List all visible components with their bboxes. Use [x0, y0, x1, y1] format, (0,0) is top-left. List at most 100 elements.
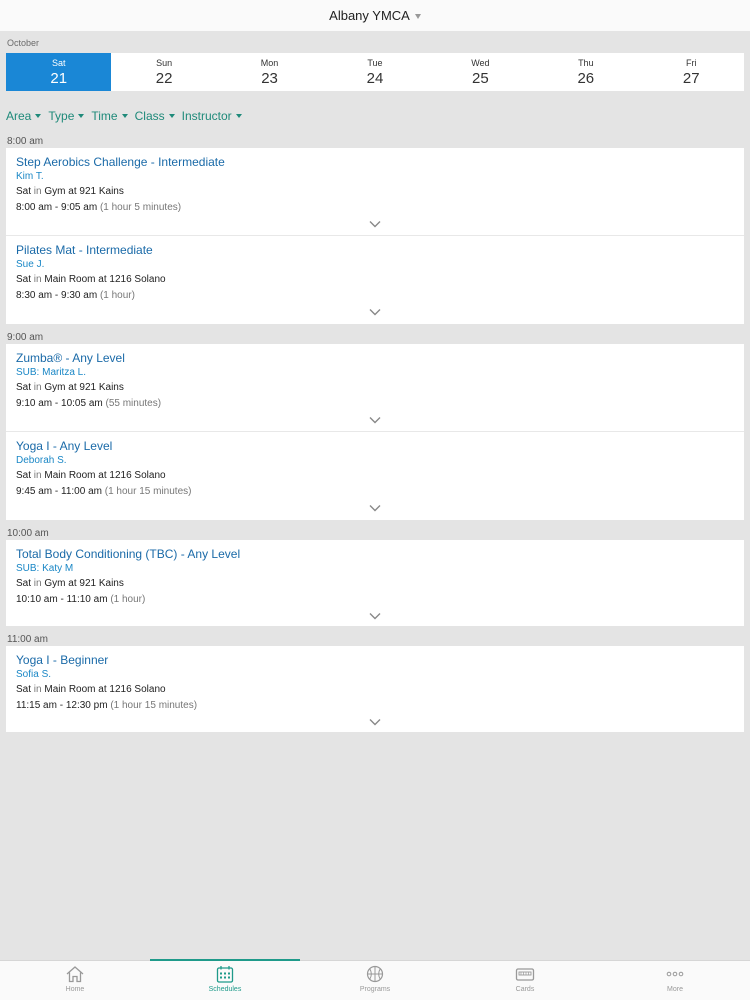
class-title[interactable]: Yoga I - Any Level [16, 439, 734, 453]
filter-area[interactable]: Area [6, 103, 42, 128]
class-title[interactable]: Zumba® - Any Level [16, 351, 734, 365]
class-location: Sat in Main Room at 1216 Solano [16, 469, 734, 483]
class-item[interactable]: Pilates Mat - Intermediate Sue J. Sat in… [6, 236, 744, 324]
day-date: 27 [682, 70, 700, 87]
class-day: Sat [16, 382, 32, 393]
in-label: in [33, 578, 42, 589]
expand-chevron-icon[interactable] [16, 416, 734, 432]
filter-time[interactable]: Time [91, 103, 128, 128]
expand-chevron-icon[interactable] [16, 718, 734, 734]
caret-down-icon [168, 113, 175, 118]
day-name: Mon [260, 58, 279, 68]
class-instructor[interactable]: Deborah S. [16, 454, 734, 468]
home-icon [66, 966, 84, 983]
tab-bar: Home Schedules Programs Cards More [0, 959, 750, 1000]
class-group-card: Step Aerobics Challenge - Intermediate K… [6, 148, 744, 324]
tab-label: Cards [515, 986, 535, 993]
class-duration: (1 hour 15 minutes) [104, 486, 192, 497]
expand-chevron-icon[interactable] [16, 504, 734, 520]
class-group-card: Zumba® - Any Level SUB: Maritza L. Sat i… [6, 344, 744, 520]
class-duration: (1 hour) [110, 594, 146, 605]
class-instructor[interactable]: Sue J. [16, 258, 734, 272]
class-location: Sat in Gym at 921 Kains [16, 185, 734, 199]
in-label: in [33, 684, 42, 695]
class-time-range: 9:10 am - 10:05 am [16, 398, 103, 409]
filter-instructor[interactable]: Instructor [182, 103, 242, 128]
day-date: 24 [366, 70, 384, 87]
day-sun[interactable]: Sun 22 [111, 53, 216, 91]
day-date: 21 [50, 70, 68, 87]
in-label: in [33, 382, 42, 393]
expand-chevron-icon[interactable] [16, 308, 734, 324]
class-location-name: Gym at 921 Kains [44, 578, 124, 589]
class-time: 8:30 am - 9:30 am (1 hour) [16, 289, 734, 303]
class-location: Sat in Main Room at 1216 Solano [16, 683, 734, 697]
class-instructor[interactable]: SUB: Katy M [16, 562, 734, 576]
time-group-label: 9:00 am [7, 332, 44, 343]
class-location: Sat in Main Room at 1216 Solano [16, 273, 734, 287]
class-duration: (1 hour 5 minutes) [99, 202, 182, 213]
class-time-range: 8:00 am - 9:05 am [16, 202, 98, 213]
class-title[interactable]: Step Aerobics Challenge - Intermediate [16, 155, 734, 169]
class-time: 9:10 am - 10:05 am (55 minutes) [16, 397, 734, 411]
day-date: 22 [155, 70, 173, 87]
tab-cards[interactable]: Cards [450, 961, 600, 1000]
day-name: Wed [471, 58, 490, 68]
filter-label: Type [48, 108, 75, 123]
class-day: Sat [16, 684, 32, 695]
class-location-name: Main Room at 1216 Solano [44, 684, 166, 695]
caret-down-icon [78, 113, 85, 118]
class-day: Sat [16, 470, 32, 481]
day-picker: Sat 21 Sun 22 Mon 23 Tue 24 Wed 25 Thu 2… [6, 53, 744, 91]
class-title[interactable]: Total Body Conditioning (TBC) - Any Leve… [16, 547, 734, 561]
expand-chevron-icon[interactable] [16, 220, 734, 236]
day-sat[interactable]: Sat 21 [6, 53, 112, 91]
day-wed[interactable]: Wed 25 [428, 53, 533, 91]
class-instructor[interactable]: Kim T. [16, 170, 734, 184]
expand-chevron-icon[interactable] [16, 612, 734, 628]
location-selector[interactable]: Albany YMCA [0, 0, 750, 31]
card-icon [515, 968, 535, 981]
day-name: Sun [156, 58, 173, 68]
class-duration: (1 hour 15 minutes) [110, 700, 198, 711]
class-day: Sat [16, 186, 32, 197]
day-mon[interactable]: Mon 23 [217, 53, 322, 91]
class-item[interactable]: Total Body Conditioning (TBC) - Any Leve… [6, 540, 744, 626]
tab-programs[interactable]: Programs [300, 961, 450, 1000]
class-duration: (1 hour) [99, 290, 135, 301]
day-name: Thu [578, 58, 594, 68]
class-time: 9:45 am - 11:00 am (1 hour 15 minutes) [16, 485, 734, 499]
class-location-name: Gym at 921 Kains [44, 382, 124, 393]
class-instructor[interactable]: SUB: Maritza L. [16, 366, 734, 380]
time-group-label: 10:00 am [7, 528, 49, 539]
class-item[interactable]: Yoga I - Any Level Deborah S. Sat in Mai… [6, 432, 744, 520]
day-date: 25 [472, 70, 489, 87]
class-time-range: 11:15 am - 12:30 pm [16, 700, 108, 711]
class-item[interactable]: Step Aerobics Challenge - Intermediate K… [6, 148, 744, 236]
class-instructor[interactable]: Sofia S. [16, 668, 734, 682]
class-item[interactable]: Zumba® - Any Level SUB: Maritza L. Sat i… [6, 344, 744, 432]
tab-label: Home [65, 986, 85, 993]
tab-home[interactable]: Home [0, 961, 150, 1000]
tab-more[interactable]: More [600, 961, 750, 1000]
tab-schedules[interactable]: Schedules [150, 959, 300, 1000]
day-date: 23 [261, 70, 278, 87]
class-group-card: Total Body Conditioning (TBC) - Any Leve… [6, 540, 744, 626]
filter-class[interactable]: Class [135, 103, 175, 128]
month-label: October [7, 38, 40, 48]
filter-type[interactable]: Type [48, 103, 85, 128]
class-title[interactable]: Pilates Mat - Intermediate [16, 243, 734, 257]
day-fri[interactable]: Fri 27 [639, 53, 744, 91]
more-icon [666, 971, 684, 977]
filter-label: Area [6, 108, 32, 123]
time-group-label: 8:00 am [7, 136, 44, 147]
in-label: in [33, 470, 42, 481]
class-title[interactable]: Yoga I - Beginner [16, 653, 734, 667]
day-tue[interactable]: Tue 24 [322, 53, 427, 91]
tab-label: More [667, 986, 683, 993]
caret-down-icon [35, 113, 42, 118]
caret-down-icon [235, 113, 242, 118]
class-item[interactable]: Yoga I - Beginner Sofia S. Sat in Main R… [6, 646, 744, 732]
tab-label: Schedules [208, 986, 242, 993]
day-thu[interactable]: Thu 26 [533, 53, 638, 91]
